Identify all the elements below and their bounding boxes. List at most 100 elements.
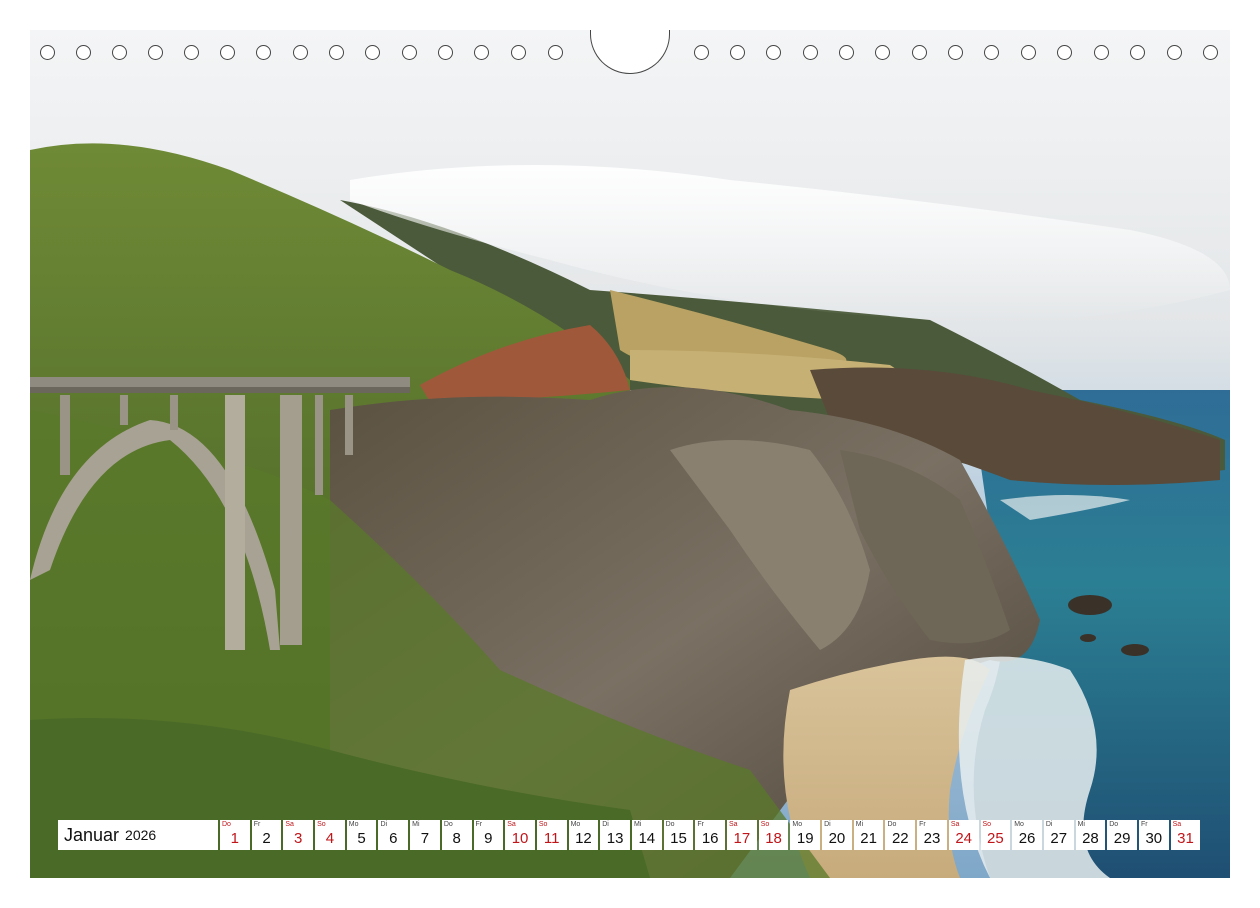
day-number: 19	[796, 830, 814, 847]
year: 2026	[125, 827, 157, 843]
binding-hole	[1203, 45, 1218, 60]
day-number: 17	[733, 830, 751, 847]
day-cell: Mi 28	[1075, 820, 1106, 850]
day-number: 28	[1082, 830, 1099, 847]
binding-holes	[30, 30, 1230, 78]
weekday-label: Mo	[1014, 821, 1024, 828]
binding-hole	[438, 45, 453, 60]
weekday-label: Fr	[475, 821, 483, 828]
day-number: 13	[606, 830, 624, 847]
weekday-label: Mi	[633, 821, 642, 828]
day-number: 1	[230, 830, 240, 847]
weekday-label: Do	[222, 821, 231, 828]
day-cell: Sa 3	[283, 820, 314, 850]
day-cell: Mo 12	[568, 820, 599, 850]
binding-hole	[912, 45, 927, 60]
weekday-label: Do	[665, 821, 675, 828]
binding-hole	[803, 45, 818, 60]
day-cell: Fr 23	[917, 820, 947, 850]
weekday-label: So	[538, 821, 548, 828]
day-number: 10	[511, 830, 529, 847]
landscape-photo	[30, 30, 1230, 878]
day-cell: Mo 19	[790, 820, 821, 850]
day-cell: Fr 2	[251, 820, 282, 850]
weekday-label: Di	[602, 821, 609, 828]
day-cell: Mi 14	[631, 820, 662, 850]
weekday-label: Fr	[919, 821, 926, 828]
binding-hole	[148, 45, 163, 60]
binding-hole	[40, 45, 55, 60]
binding-hole	[1021, 45, 1036, 60]
weekday-label: Mo	[792, 821, 803, 828]
binding-hole	[474, 45, 489, 60]
binding-hole	[1167, 45, 1182, 60]
day-number: 9	[484, 830, 493, 847]
weekday-label: Do	[1109, 821, 1119, 828]
weekday-label: Mi	[855, 821, 864, 828]
day-number: 7	[420, 830, 430, 847]
day-cell: Di 20	[822, 820, 852, 850]
day-number: 11	[543, 830, 560, 847]
day-cell: Mi 21	[853, 820, 884, 850]
day-number: 18	[765, 830, 782, 847]
day-cell: Mo 26	[1012, 820, 1042, 850]
binding-hole	[293, 45, 308, 60]
day-number: 26	[1018, 830, 1036, 847]
weekday-label: Do	[887, 821, 897, 828]
binding-hole	[402, 45, 417, 60]
binding-hole	[76, 45, 91, 60]
weekday-label: Mo	[570, 821, 581, 828]
day-cell: Fr 16	[695, 820, 725, 850]
weekday-label: Fr	[253, 821, 261, 828]
binding-hole	[1094, 45, 1109, 60]
weekday-label: Sa	[729, 821, 738, 828]
binding-hole	[839, 45, 854, 60]
binding-hole	[220, 45, 235, 60]
binding-hole	[1130, 45, 1145, 60]
day-number: 2	[262, 830, 271, 847]
binding-hole	[365, 45, 380, 60]
calendar-page: Januar 2026 Do 1 Fr 2 Sa 3 So 4 Mo 5 Di 6 Mi 7 Do 8 Fr 9 S…	[30, 30, 1230, 878]
binding-hole	[256, 45, 271, 60]
binding-hole	[548, 45, 563, 60]
day-number: 23	[923, 830, 941, 847]
day-number: 12	[575, 830, 592, 847]
day-number: 30	[1145, 830, 1163, 847]
binding-hole	[511, 45, 526, 60]
day-cell: So 18	[758, 820, 789, 850]
day-cell: Mi 7	[410, 820, 440, 850]
day-cell: Sa 17	[727, 820, 757, 850]
weekday-label: Do	[443, 821, 453, 828]
binding-hole	[875, 45, 890, 60]
day-cell: Do 1	[220, 820, 250, 850]
binding-hole	[112, 45, 127, 60]
weekday-label: So	[317, 821, 326, 828]
day-number: 25	[987, 830, 1004, 847]
day-number: 20	[828, 830, 846, 847]
day-cell: Do 15	[663, 820, 694, 850]
weekday-label: Fr	[1140, 821, 1148, 828]
day-cell: Di 27	[1043, 820, 1074, 850]
day-cell: Fr 30	[1138, 820, 1169, 850]
day-cell: Fr 9	[473, 820, 504, 850]
weekday-label: Di	[824, 821, 831, 828]
weekday-label: So	[982, 821, 992, 828]
weekday-label: Fr	[697, 821, 704, 828]
day-number: 27	[1050, 830, 1068, 847]
day-number: 5	[357, 830, 366, 847]
day-cell: Do 22	[885, 820, 916, 850]
binding-hole	[766, 45, 781, 60]
weekday-label: So	[760, 821, 770, 828]
weekday-label: Sa	[507, 821, 516, 828]
binding-hole	[984, 45, 999, 60]
day-number: 3	[294, 830, 303, 847]
day-cell: Sa 24	[948, 820, 979, 850]
day-cell: Sa 10	[505, 820, 535, 850]
weekday-label: Di	[1045, 821, 1053, 828]
binding-hole	[329, 45, 344, 60]
day-cell: Do 8	[441, 820, 472, 850]
month-label-box: Januar 2026	[58, 820, 218, 850]
day-cell: Do 29	[1107, 820, 1137, 850]
weekday-label: Sa	[1172, 821, 1182, 828]
weekday-label: Di	[380, 821, 388, 828]
